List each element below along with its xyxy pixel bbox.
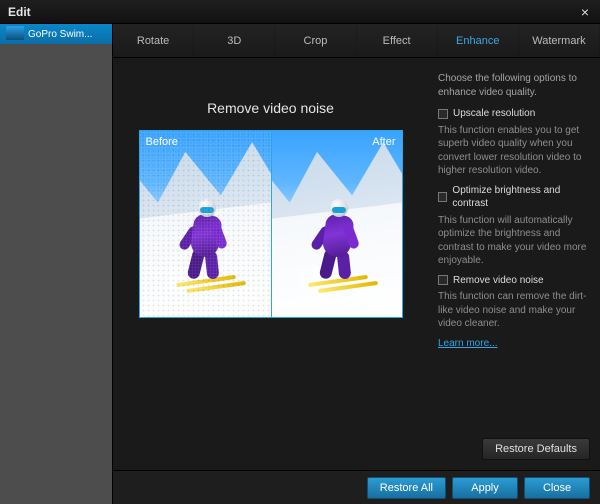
tab-bar: Rotate 3D Crop Effect Enhance Watermark	[113, 24, 600, 58]
checkbox-icon	[438, 275, 448, 285]
before-after-compare: Before	[139, 130, 403, 318]
sidebar-item-label: GoPro Swim...	[28, 29, 92, 40]
checkbox-label: Remove video noise	[453, 274, 544, 288]
option-desc: This function will automatically optimiz…	[438, 214, 588, 268]
file-sidebar: GoPro Swim...	[0, 24, 112, 504]
checkbox-icon	[438, 109, 448, 119]
tab-rotate[interactable]: Rotate	[113, 24, 194, 57]
tab-effect[interactable]: Effect	[357, 24, 438, 57]
content-area: GoPro Swim... Rotate 3D Crop Effect Enha…	[0, 24, 600, 504]
preview-title: Remove video noise	[207, 100, 334, 116]
main-panel: Rotate 3D Crop Effect Enhance Watermark …	[112, 24, 600, 504]
restore-all-button[interactable]: Restore All	[367, 477, 446, 499]
restore-defaults-button[interactable]: Restore Defaults	[482, 438, 590, 460]
option-desc: This function can remove the dirt-like v…	[438, 290, 588, 331]
checkbox-icon	[438, 192, 447, 202]
noise-overlay	[140, 131, 271, 317]
checkbox-optimize-brightness[interactable]: Optimize brightness and contrast	[438, 184, 588, 211]
window-title: Edit	[8, 5, 576, 19]
enhance-options: Choose the following options to enhance …	[428, 58, 600, 470]
preview-before: Before	[140, 131, 271, 317]
tab-3d[interactable]: 3D	[194, 24, 275, 57]
checkbox-label: Optimize brightness and contrast	[452, 184, 588, 211]
enhance-panel: Remove video noise	[113, 58, 600, 470]
before-label: Before	[146, 136, 178, 148]
after-label: After	[372, 136, 395, 148]
checkbox-remove-noise[interactable]: Remove video noise	[438, 274, 588, 288]
title-bar: Edit ×	[0, 0, 600, 24]
tab-enhance[interactable]: Enhance	[438, 24, 519, 57]
preview-area: Remove video noise	[113, 58, 428, 470]
checkbox-label: Upscale resolution	[453, 107, 535, 121]
tab-crop[interactable]: Crop	[275, 24, 356, 57]
footer-bar: Restore All Apply Close	[113, 470, 600, 504]
learn-more-link[interactable]: Learn more...	[438, 338, 497, 349]
sidebar-item-file[interactable]: GoPro Swim...	[0, 24, 112, 44]
close-icon[interactable]: ×	[576, 3, 594, 21]
tab-watermark[interactable]: Watermark	[519, 24, 600, 57]
options-intro: Choose the following options to enhance …	[438, 72, 588, 99]
preview-after: After	[271, 131, 402, 317]
option-desc: This function enables you to get superb …	[438, 124, 588, 178]
apply-button[interactable]: Apply	[452, 477, 518, 499]
checkbox-upscale-resolution[interactable]: Upscale resolution	[438, 107, 588, 121]
close-button[interactable]: Close	[524, 477, 590, 499]
skier-image	[272, 131, 402, 317]
